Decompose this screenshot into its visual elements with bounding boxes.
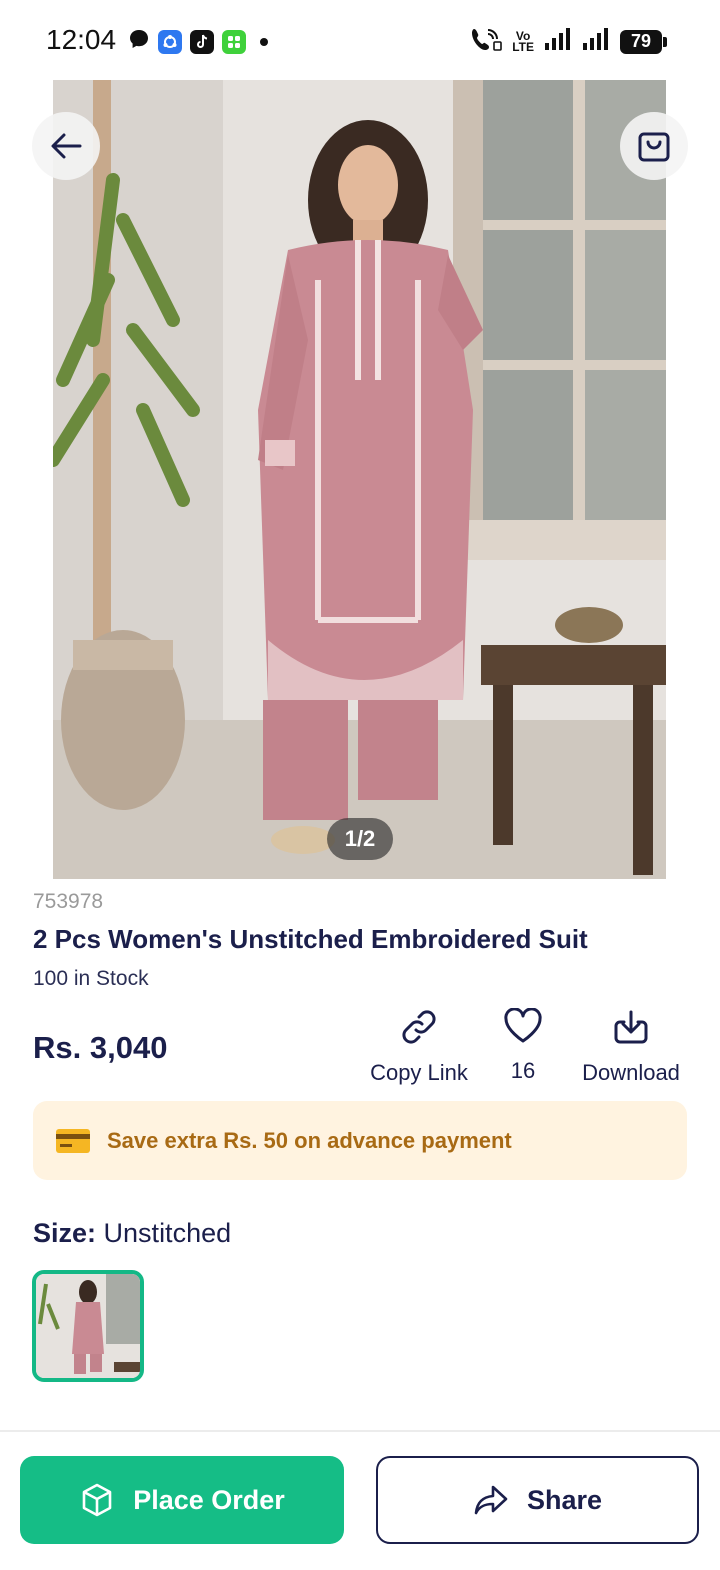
copy-link-button[interactable]: Copy Link (366, 1008, 472, 1086)
box-icon (79, 1482, 115, 1518)
credit-card-icon (56, 1128, 90, 1153)
notification-icons (128, 28, 268, 55)
battery-level: 79 (630, 31, 652, 51)
bottom-divider (0, 1430, 720, 1432)
volte-indicator: Vo LTE (512, 30, 534, 54)
status-bar: 12:04 Vo LTE 79 (0, 0, 720, 80)
like-count: 16 (510, 1058, 536, 1083)
messenger-icon (128, 28, 150, 55)
promo-text: Save extra Rs. 50 on advance payment (107, 1127, 512, 1153)
size-row: Size: Unstitched (33, 1218, 231, 1249)
copy-link-label: Copy Link (370, 1060, 468, 1085)
system-icons: Vo LTE 79 (470, 26, 667, 57)
download-button[interactable]: Download (574, 1008, 688, 1086)
variant-thumbnail-image (36, 1274, 140, 1378)
app-icon-blue (158, 29, 182, 54)
size-value: Unstitched (103, 1218, 232, 1248)
heart-icon (504, 1008, 542, 1043)
share-arrow-icon (473, 1484, 509, 1516)
variant-thumbnail[interactable] (32, 1270, 144, 1382)
image-pager: 1/2 (327, 818, 393, 860)
shopping-bag-icon (638, 132, 670, 162)
share-label: Share (526, 1484, 603, 1515)
app-icon-green (222, 29, 246, 54)
signal-icon-2 (582, 27, 610, 56)
product-image[interactable] (53, 80, 666, 879)
product-price: Rs. 3,040 (33, 1030, 168, 1065)
stock-status: 100 in Stock (33, 967, 149, 990)
size-label: Size: (33, 1218, 97, 1248)
battery-icon: 79 (620, 29, 667, 54)
share-button[interactable]: Share (376, 1456, 699, 1544)
download-label: Download (582, 1060, 680, 1085)
place-order-button[interactable]: Place Order (20, 1456, 344, 1544)
product-sku: 753978 (33, 890, 104, 913)
more-notifications-dot (260, 37, 268, 46)
tiktok-icon (190, 29, 214, 54)
signal-icon-1 (544, 27, 572, 56)
place-order-label: Place Order (133, 1484, 285, 1515)
cart-button[interactable] (620, 112, 688, 180)
advance-payment-banner: Save extra Rs. 50 on advance payment (33, 1101, 687, 1180)
back-button[interactable] (32, 112, 100, 180)
status-time: 12:04 (46, 24, 117, 55)
back-arrow-icon (51, 133, 82, 159)
product-title: 2 Pcs Women's Unstitched Embroidered Sui… (33, 924, 588, 954)
link-icon (402, 1010, 436, 1044)
like-button[interactable]: 16 (494, 1008, 552, 1084)
product-photo (53, 80, 666, 879)
volte-bottom-label: LTE (512, 39, 534, 54)
wifi-calling-icon (470, 26, 503, 57)
download-icon (614, 1010, 648, 1044)
